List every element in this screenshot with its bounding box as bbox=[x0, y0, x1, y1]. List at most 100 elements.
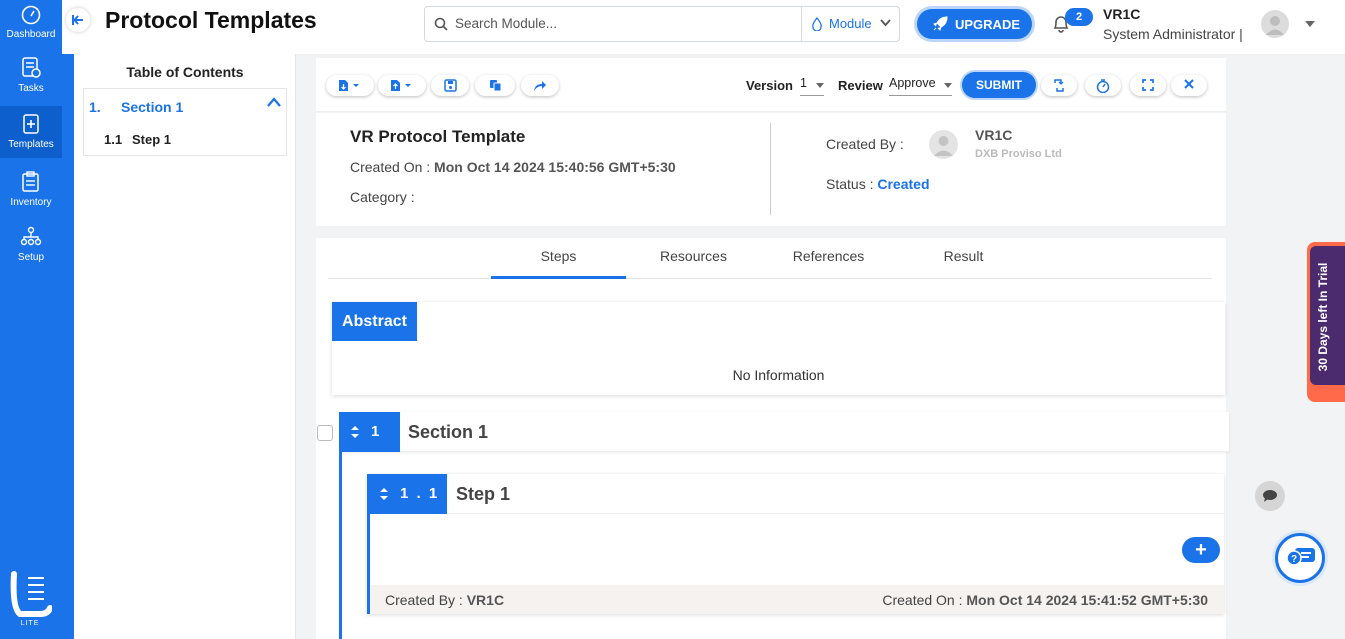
tab-steps[interactable]: Steps bbox=[491, 238, 626, 279]
nav-templates-label: Templates bbox=[8, 139, 54, 150]
add-item-button[interactable]: + bbox=[1182, 537, 1220, 563]
fullscreen-button[interactable] bbox=[1130, 75, 1166, 96]
status-label: Status : bbox=[826, 176, 874, 192]
setup-icon bbox=[20, 226, 42, 246]
nav-setup[interactable]: Setup bbox=[0, 225, 62, 269]
created-by-label: Created By : bbox=[826, 136, 904, 152]
download-file-icon bbox=[339, 80, 359, 91]
tab-resources[interactable]: Resources bbox=[626, 238, 761, 279]
toc-step-item[interactable]: Step 1 bbox=[132, 132, 171, 147]
nav-inventory[interactable]: Inventory bbox=[0, 170, 62, 214]
creator-name: VR1C bbox=[975, 127, 1013, 143]
template-content: Steps Resources References Result Abstra… bbox=[316, 238, 1229, 639]
section-checkbox[interactable] bbox=[317, 425, 333, 441]
logo-icon bbox=[10, 571, 53, 617]
user-icon bbox=[1266, 16, 1284, 35]
step-number-badge[interactable]: 1 . 1 bbox=[367, 474, 447, 514]
page-title: Protocol Templates bbox=[105, 7, 317, 33]
template-toolbar: Version 1 Review Approve SUBMIT bbox=[316, 58, 1226, 112]
sync-icon bbox=[1054, 79, 1064, 92]
step-title: Step 1 bbox=[456, 484, 511, 504]
trial-banner[interactable]: 30 Days left In Trial bbox=[1307, 242, 1345, 402]
creator-org: DXB Proviso Ltd bbox=[975, 148, 1062, 160]
nav-templates[interactable]: Templates bbox=[0, 106, 62, 158]
upgrade-button[interactable]: UPGRADE bbox=[917, 9, 1032, 39]
template-title: VR Protocol Template bbox=[350, 127, 526, 146]
trial-inner: 30 Days left In Trial bbox=[1310, 246, 1345, 385]
module-select[interactable]: Module bbox=[801, 7, 899, 41]
sort-icon[interactable] bbox=[379, 487, 389, 501]
comment-button[interactable] bbox=[1255, 481, 1285, 511]
upgrade-label: UPGRADE bbox=[955, 17, 1021, 32]
module-label: Module bbox=[829, 16, 872, 31]
arrow-collapse-icon bbox=[72, 15, 83, 25]
chevron-up-icon[interactable] bbox=[267, 97, 281, 107]
import-button[interactable] bbox=[378, 75, 426, 96]
section-header: 1 Section 1 bbox=[339, 412, 1229, 452]
chevron-down-icon bbox=[944, 83, 952, 88]
search-bar: Module bbox=[424, 6, 900, 42]
section-number: 1 bbox=[371, 423, 380, 440]
templates-icon bbox=[23, 114, 39, 134]
abstract-title[interactable]: Abstract bbox=[332, 302, 417, 341]
user-menu-caret-icon[interactable] bbox=[1304, 20, 1316, 28]
nav-dashboard[interactable]: Dashboard bbox=[0, 4, 62, 46]
trial-text: 30 Days left In Trial bbox=[1316, 262, 1330, 372]
submit-button[interactable]: SUBMIT bbox=[962, 72, 1036, 98]
logo-text: LITE bbox=[20, 620, 40, 627]
section-number-badge[interactable]: 1 bbox=[339, 412, 400, 452]
gauge-icon bbox=[21, 5, 41, 25]
share-icon bbox=[534, 81, 546, 91]
toc-step-number: 1.1 bbox=[104, 132, 123, 147]
left-nav-rail: Dashboard Tasks Templates Inventory Setu… bbox=[0, 0, 74, 639]
refresh-button[interactable] bbox=[1041, 75, 1077, 96]
nav-tasks[interactable]: Tasks bbox=[0, 56, 62, 100]
step-created-by-label: Created By : bbox=[385, 592, 463, 608]
toc-section-item[interactable]: Section 1 bbox=[121, 99, 183, 115]
avatar[interactable] bbox=[1261, 10, 1289, 38]
step-created-on-value: Mon Oct 14 2024 15:41:52 GMT+5:30 bbox=[966, 592, 1208, 608]
collapse-sidebar-button[interactable] bbox=[66, 8, 90, 32]
section-title: Section 1 bbox=[408, 422, 489, 442]
review-value: Approve bbox=[889, 76, 936, 90]
review-select[interactable]: Approve bbox=[889, 76, 952, 96]
app-logo: LITE bbox=[10, 568, 54, 630]
chevron-down-icon bbox=[880, 19, 891, 27]
help-chat-icon: ? bbox=[1286, 548, 1315, 566]
user-role: System Administrator | bbox=[1103, 26, 1243, 42]
review-label: Review bbox=[838, 78, 883, 93]
copy-button[interactable] bbox=[475, 75, 515, 96]
svg-text:?: ? bbox=[1291, 554, 1297, 565]
sort-icon[interactable] bbox=[350, 425, 360, 439]
tab-bar: Steps Resources References Result bbox=[328, 238, 1212, 279]
step-number: 1 . 1 bbox=[400, 485, 440, 502]
step-created-on-label: Created On : bbox=[882, 592, 963, 608]
toc-section-number: 1. bbox=[89, 99, 101, 115]
close-button[interactable] bbox=[1171, 75, 1207, 96]
search-input[interactable] bbox=[455, 16, 795, 31]
nav-setup-label: Setup bbox=[17, 252, 45, 263]
close-icon bbox=[1184, 79, 1194, 89]
tasks-icon bbox=[22, 57, 41, 78]
export-button[interactable] bbox=[326, 75, 374, 96]
help-chat-button[interactable]: ? bbox=[1275, 533, 1325, 583]
tab-references[interactable]: References bbox=[761, 238, 896, 279]
inventory-icon bbox=[22, 171, 39, 192]
search-icon bbox=[434, 17, 448, 31]
expand-icon bbox=[1142, 79, 1154, 91]
timer-button[interactable] bbox=[1085, 75, 1121, 96]
version-select[interactable]: 1 bbox=[800, 76, 824, 96]
top-header: Protocol Templates Module UPGRADE 2 VR1C… bbox=[62, 0, 1345, 54]
save-button[interactable] bbox=[431, 75, 469, 96]
status-row: Status : Created bbox=[826, 176, 930, 192]
step-card: 1 . 1 Step 1 + Created By : VR1C Created… bbox=[367, 474, 1224, 614]
chevron-down-icon bbox=[816, 83, 824, 88]
share-button[interactable] bbox=[521, 75, 559, 96]
toc-list: 1. Section 1 1.1 Step 1 bbox=[83, 88, 287, 156]
category-label: Category : bbox=[350, 189, 415, 205]
table-of-contents: Table of Contents 1. Section 1 1.1 Step … bbox=[74, 54, 296, 639]
created-on-label: Created On : bbox=[350, 159, 431, 175]
tab-result[interactable]: Result bbox=[896, 238, 1031, 279]
drop-icon bbox=[812, 17, 822, 31]
creator-avatar bbox=[929, 130, 958, 159]
